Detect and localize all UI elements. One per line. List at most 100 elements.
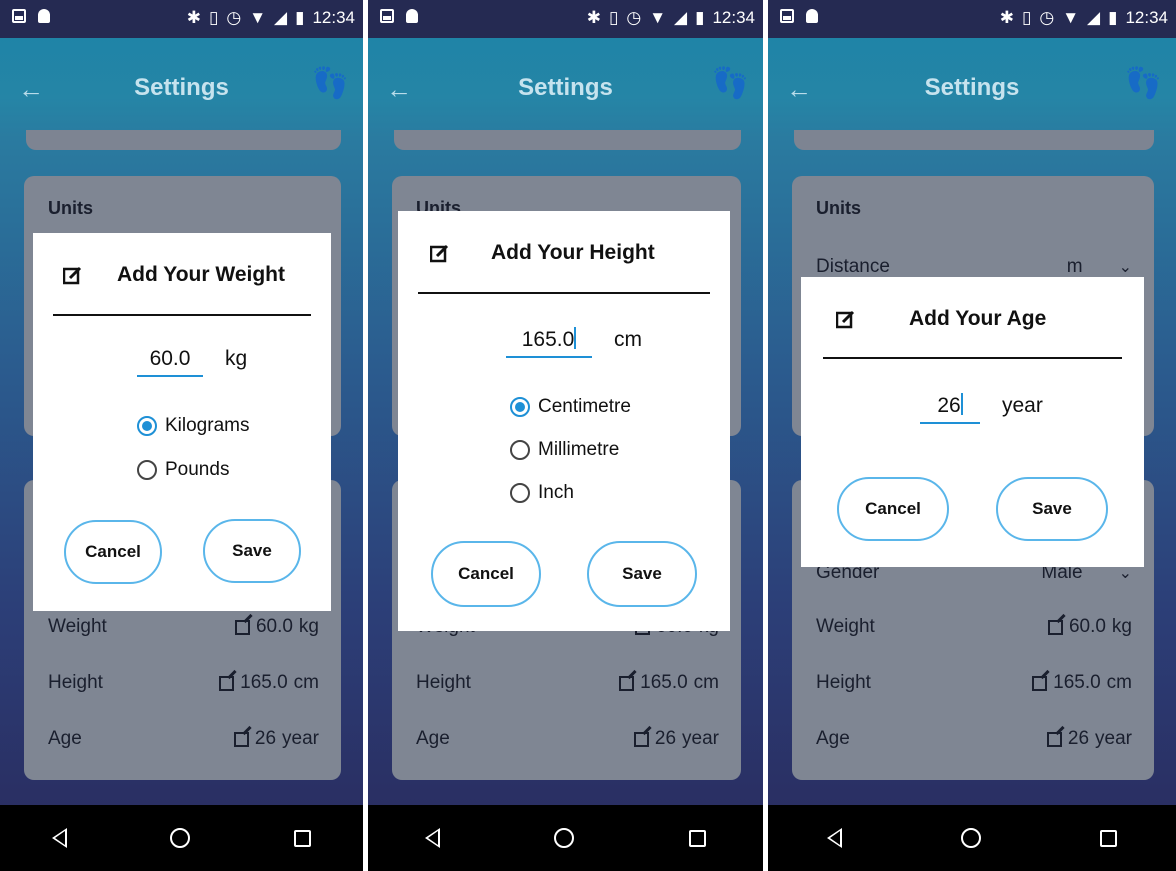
battery-icon: ▮ (295, 8, 305, 27)
save-button[interactable]: Save (587, 541, 697, 607)
nav-home-icon[interactable] (554, 828, 575, 848)
status-time: 12:34 (712, 8, 755, 27)
dialog-divider (418, 292, 710, 294)
bluetooth-icon: ✱ (586, 8, 601, 27)
app-bar: ← Settings 👣 (768, 38, 1176, 138)
age-row[interactable]: Age 26 year (816, 728, 1132, 750)
age-row[interactable]: Age 26 year (416, 728, 719, 750)
age-unit: year (1002, 394, 1043, 417)
radio-millimetre[interactable]: Millimetre (510, 439, 619, 461)
text-caret (574, 327, 577, 349)
status-bar: ✱ ▯ ◷ ▼ ◢ ▮ 12:34 (368, 0, 763, 38)
radio-unchecked-icon (510, 440, 530, 460)
nav-bar (368, 805, 763, 871)
edit-icon (219, 675, 235, 691)
card-top-partial (394, 130, 741, 150)
page-title: Settings (134, 74, 229, 101)
edit-icon (1046, 731, 1062, 747)
age-label: Age (416, 728, 450, 749)
image-icon (780, 9, 794, 23)
dialog-divider (53, 314, 311, 316)
screen-weight-dialog: ✱ ▯ ◷ ▼ ◢ ▮ 12:34 ← Settings 👣 Units Wei… (0, 0, 363, 871)
android-icon (406, 9, 418, 23)
nav-recents-icon[interactable] (294, 829, 312, 847)
edit-icon (1047, 619, 1063, 635)
footsteps-icon: 👣 (711, 67, 749, 100)
weight-entry: 60.0 kg (137, 347, 247, 377)
save-button[interactable]: Save (203, 519, 301, 583)
dialog-title: Add Your Height (491, 241, 655, 264)
height-label: Height (416, 672, 471, 693)
age-input[interactable]: 26 (920, 393, 980, 424)
save-button[interactable]: Save (996, 477, 1108, 541)
dialog-title: Add Your Age (909, 307, 1047, 330)
height-input[interactable]: 165.0 (506, 327, 592, 358)
app-bar: ← Settings 👣 (368, 38, 763, 138)
weight-row[interactable]: Weight 60.0kg (48, 616, 319, 638)
screen-height-dialog: ✱ ▯ ◷ ▼ ◢ ▮ 12:34 ← Settings 👣 Units Wei… (368, 0, 763, 871)
height-entry: 165.0 cm (506, 327, 642, 358)
image-icon (380, 9, 394, 23)
android-icon (38, 9, 50, 23)
radio-inch[interactable]: Inch (510, 482, 574, 504)
weight-unit: kg (225, 347, 248, 370)
radio-kilograms[interactable]: Kilograms (137, 415, 249, 437)
weight-input[interactable]: 60.0 (137, 347, 203, 377)
edit-icon (234, 619, 250, 635)
distance-value: m (1066, 256, 1083, 277)
screen-age-dialog: ✱ ▯ ◷ ▼ ◢ ▮ 12:34 ← Settings 👣 Units Dis… (768, 0, 1176, 871)
status-time: 12:34 (1125, 8, 1168, 27)
page-title: Settings (924, 74, 1020, 101)
age-label: Age (48, 728, 82, 749)
dialog-divider (823, 357, 1122, 359)
edit-icon (1032, 675, 1048, 691)
bluetooth-icon: ✱ (999, 8, 1014, 27)
radio-pounds[interactable]: Pounds (137, 459, 229, 481)
nav-back-icon[interactable] (425, 828, 441, 848)
height-row[interactable]: Height 165.0 cm (416, 672, 719, 694)
units-title: Units (816, 198, 861, 218)
status-bar: ✱ ▯ ◷ ▼ ◢ ▮ 12:34 (768, 0, 1176, 38)
image-icon (12, 9, 26, 23)
vibrate-icon: ▯ (608, 8, 619, 27)
nav-recents-icon[interactable] (1099, 829, 1117, 847)
vibrate-icon: ▯ (1021, 8, 1032, 27)
height-row[interactable]: Height 165.0 cm (48, 672, 319, 694)
card-top-partial (26, 130, 341, 150)
age-row[interactable]: Age 26 year (48, 728, 319, 750)
cancel-button[interactable]: Cancel (431, 541, 541, 607)
radio-centimetre[interactable]: Centimetre (510, 396, 631, 418)
cancel-button[interactable]: Cancel (837, 477, 949, 541)
nav-back-icon[interactable] (51, 828, 67, 848)
age-entry: 26 year (920, 393, 1043, 424)
text-caret (960, 393, 963, 415)
height-label: Height (816, 672, 871, 693)
edit-icon (619, 675, 635, 691)
nav-home-icon[interactable] (960, 828, 981, 848)
chevron-down-icon: ⌄ (1118, 259, 1132, 276)
cancel-button[interactable]: Cancel (64, 520, 162, 584)
page-title: Settings (518, 74, 613, 101)
radio-unchecked-icon (510, 483, 530, 503)
nav-bar (0, 805, 363, 871)
bluetooth-icon: ✱ (186, 8, 201, 27)
battery-icon: ▮ (695, 8, 705, 27)
wifi-icon: ▼ (249, 8, 267, 27)
height-row[interactable]: Height 165.0 cm (816, 672, 1132, 694)
nav-bar (768, 805, 1176, 871)
height-unit: cm (614, 328, 642, 351)
nav-home-icon[interactable] (170, 828, 191, 848)
weight-dialog: Add Your Weight 60.0 kg Kilograms Pounds… (33, 233, 331, 611)
status-time: 12:34 (312, 8, 355, 27)
weight-row[interactable]: Weight 60.0kg (816, 616, 1132, 638)
signal-icon: ◢ (1087, 8, 1101, 27)
edit-icon (835, 309, 856, 329)
nav-back-icon[interactable] (827, 828, 843, 848)
nav-recents-icon[interactable] (688, 829, 706, 847)
age-label: Age (816, 728, 850, 749)
age-dialog: Add Your Age 26 year Cancel Save (801, 277, 1144, 567)
status-bar: ✱ ▯ ◷ ▼ ◢ ▮ 12:34 (0, 0, 363, 38)
distance-row[interactable]: Distance m ⌄ (816, 256, 1132, 278)
radio-unchecked-icon (137, 460, 157, 480)
signal-icon: ◢ (674, 8, 688, 27)
